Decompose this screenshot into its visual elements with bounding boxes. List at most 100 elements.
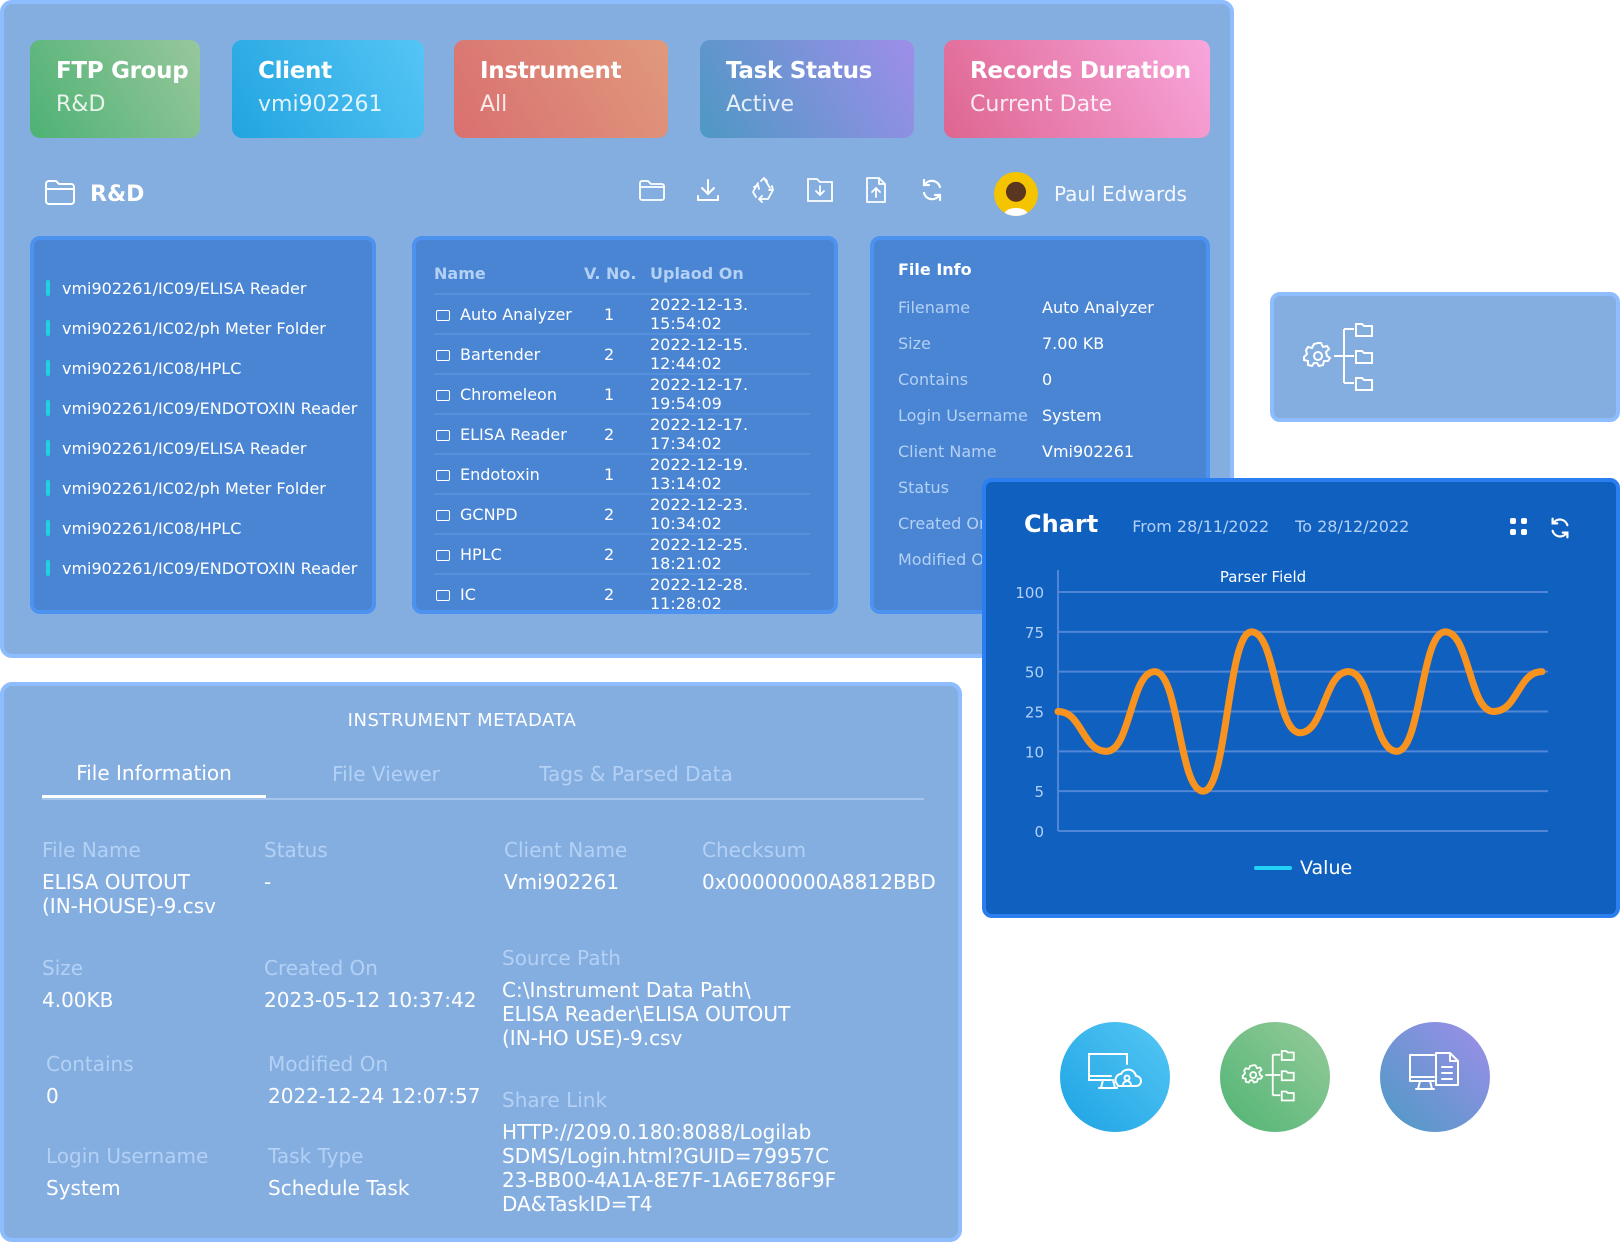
tree-item-marker [46, 480, 50, 496]
table-row[interactable]: Bartender 2 2022-12-15. 12:44:02 [434, 333, 810, 374]
file-name: HPLC [460, 544, 502, 564]
tab-file-viewer[interactable]: File Viewer [266, 750, 506, 798]
tree-item-label: vmi902261/IC09/ELISA Reader [62, 438, 307, 458]
field-value: 0x00000000A8812BBD [702, 870, 936, 894]
folder-icon [436, 549, 450, 561]
cell-name: GCNPD [434, 493, 584, 534]
avatar [994, 172, 1038, 216]
table-row[interactable]: HPLC 2 2022-12-25. 18:21:02 [434, 533, 810, 574]
cell-uploaded: 2022-12-13. 15:54:02 [650, 293, 810, 334]
tree-item[interactable]: vmi902261/IC02/ph Meter Folder [46, 468, 372, 508]
table-row[interactable]: IC 2 2022-12-28. 11:28:02 [434, 573, 810, 613]
cell-vno: 2 [584, 333, 650, 374]
tree-item-marker [46, 320, 50, 336]
field-value: ELISA OUTOUT (IN-HOUSE)-9.csv [42, 870, 216, 918]
column-header-vno[interactable]: V. No. [584, 254, 650, 294]
table-row[interactable]: GCNPD 2 2022-12-23. 10:34:02 [434, 493, 810, 534]
metadata-title: INSTRUMENT METADATA [347, 710, 577, 731]
metadata-tabs: File Information File Viewer Tags & Pars… [42, 750, 924, 800]
tree-item[interactable]: vmi902261/IC02/ph Meter Folder [46, 308, 372, 348]
y-tick-label: 10 [1025, 743, 1044, 761]
tab-file-information[interactable]: File Information [42, 750, 266, 798]
tree-item-marker [46, 520, 50, 536]
card-client[interactable]: Client vmi902261 [232, 40, 424, 138]
card-task-status[interactable]: Task Status Active [700, 40, 914, 138]
card-title: Client [258, 58, 332, 84]
folder-icon [638, 178, 666, 206]
file-info-row: Size 7.00 KB [898, 325, 1206, 361]
file-info-row: Login Username System [898, 397, 1206, 433]
card-instrument[interactable]: Instrument All [454, 40, 668, 138]
tree-item-label: vmi902261/IC08/HPLC [62, 518, 242, 538]
field-size: Size 4.00KB [42, 956, 113, 1012]
tree-item[interactable]: vmi902261/IC09/ENDOTOXIN Reader [46, 388, 372, 428]
tree-item-label: vmi902261/IC09/ENDOTOXIN Reader [62, 398, 358, 418]
field-value: 2023-05-12 10:37:42 [264, 988, 477, 1012]
tree-item-marker [46, 400, 50, 416]
field-value: Vmi902261 [504, 870, 620, 894]
file-name: Auto Analyzer [460, 304, 572, 324]
monitor-cloud-user-icon [1085, 1050, 1145, 1104]
chart-title: Parser Field [1220, 568, 1306, 586]
field-label: Contains [46, 1052, 134, 1076]
tree-item[interactable]: vmi902261/IC09/ENDOTOXIN Reader [46, 548, 372, 588]
tree-item-marker [46, 280, 50, 296]
file-name: Chromeleon [460, 384, 557, 404]
folder-icon [436, 309, 450, 321]
file-name: IC [460, 584, 476, 604]
chart-panel: Chart From 28/11/2022 To 28/12/2022 0 5 10… [982, 478, 1620, 918]
card-value: R&D [56, 92, 106, 117]
file-info-value: 7.00 KB [1042, 333, 1105, 353]
column-header-name[interactable]: Name [434, 254, 584, 294]
field-value: 4.00KB [42, 988, 114, 1012]
download-button[interactable] [692, 176, 724, 208]
column-header-upload[interactable]: Uplaod On [650, 254, 810, 294]
field-modified-on: Modified On 2022-12-24 12:07:57 [268, 1052, 480, 1108]
folder-tree-panel: vmi902261/IC09/ELISA Reader vmi902261/IC… [30, 236, 376, 614]
cell-vno: 2 [584, 573, 650, 613]
file-name: Bartender [460, 344, 541, 364]
feature-circle-monitor-document[interactable] [1380, 1022, 1490, 1132]
y-tick-label: 25 [1025, 704, 1044, 722]
tree-item[interactable]: vmi902261/IC08/HPLC [46, 508, 372, 548]
legend-label: Value [1300, 857, 1352, 879]
breadcrumb: R&D [44, 178, 144, 210]
feature-circle-monitor-cloud[interactable] [1060, 1022, 1170, 1132]
card-title: Task Status [726, 58, 873, 84]
file-name: Endotoxin [460, 464, 540, 484]
recycle-button[interactable] [748, 176, 780, 208]
feature-circle-gear-folders[interactable] [1220, 1022, 1330, 1132]
table-row[interactable]: ELISA Reader 2 2022-12-17. 17:34:02 [434, 413, 810, 454]
y-tick-label: 5 [1034, 783, 1044, 801]
cell-vno: 1 [584, 373, 650, 414]
folder-download-button[interactable] [804, 176, 836, 208]
tree-item-marker [46, 360, 50, 376]
table-row[interactable]: Endotoxin 1 2022-12-19. 13:14:02 [434, 453, 810, 494]
table-row[interactable]: Auto Analyzer 1 2022-12-13. 15:54:02 [434, 293, 810, 334]
refresh-button[interactable] [916, 176, 948, 208]
user-menu[interactable]: Paul Edwards [994, 172, 1187, 216]
table-header: Name V. No. Uplaod On [434, 254, 810, 294]
folder-structure-tile[interactable] [1270, 292, 1620, 422]
open-folder-button[interactable] [636, 176, 668, 208]
cell-uploaded: 2022-12-17. 19:54:09 [650, 373, 810, 414]
cell-name: HPLC [434, 533, 584, 574]
tree-item[interactable]: vmi902261/IC09/ELISA Reader [46, 428, 372, 468]
upload-file-button[interactable] [860, 176, 892, 208]
field-share-link: Share Link HTTP://209.0.180:8088/Logilab… [502, 1088, 862, 1216]
file-name: GCNPD [460, 504, 518, 524]
tree-item[interactable]: vmi902261/IC08/HPLC [46, 348, 372, 388]
tab-tags-parsed-data[interactable]: Tags & Parsed Data [506, 750, 766, 798]
card-records-duration[interactable]: Records Duration Current Date [944, 40, 1210, 138]
card-value: Active [726, 92, 795, 117]
field-label: Checksum [702, 838, 807, 862]
card-ftp-group[interactable]: FTP Group R&D [30, 40, 200, 138]
tree-item-label: vmi902261/IC02/ph Meter Folder [62, 318, 326, 338]
folder-icon [436, 469, 450, 481]
file-info-label: Login Username [898, 405, 1028, 425]
tree-item[interactable]: vmi902261/IC09/ELISA Reader [46, 268, 372, 308]
cell-uploaded: 2022-12-19. 13:14:02 [650, 453, 810, 494]
table-row[interactable]: Chromeleon 1 2022-12-17. 19:54:09 [434, 373, 810, 414]
share-link[interactable]: HTTP://209.0.180:8088/Logilab SDMS/Login… [502, 1120, 862, 1216]
field-value: Schedule Task [268, 1176, 410, 1200]
